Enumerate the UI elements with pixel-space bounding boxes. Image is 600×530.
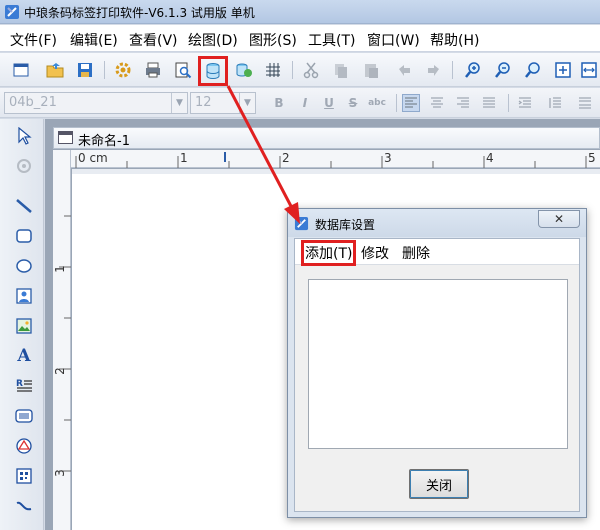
justify-icon[interactable] (480, 94, 498, 112)
align-right-icon[interactable] (454, 94, 472, 112)
window-title: 中琅条码标签打印软件-V6.1.3 试用版 单机 (24, 6, 255, 20)
paste-icon[interactable] (360, 59, 382, 81)
rich-text-icon[interactable]: R (13, 375, 35, 397)
menu-bar: 文件(F) 编辑(E) 查看(V) 绘图(D) 图形(S) 工具(T) 窗口(W… (0, 25, 600, 52)
rotate-icon[interactable] (13, 155, 35, 177)
ruler-tick: 4 (486, 151, 494, 165)
zoom-out-icon[interactable] (492, 59, 514, 81)
italic-button[interactable]: I (296, 94, 314, 112)
database-icon[interactable] (198, 56, 228, 86)
ruler-tick: 3 (384, 151, 392, 165)
fit-width-icon[interactable] (578, 59, 600, 81)
strikethrough-button[interactable]: S (344, 94, 362, 112)
canvas-top-margin (72, 169, 600, 174)
cut-icon[interactable] (300, 59, 322, 81)
ruler-tick: 5 (588, 151, 596, 165)
copy-icon[interactable] (330, 59, 352, 81)
bold-button[interactable]: B (270, 94, 288, 112)
close-icon[interactable]: ✕ (538, 210, 580, 228)
undo-icon[interactable] (394, 59, 416, 81)
zoom-icon[interactable] (522, 59, 544, 81)
menu-edit[interactable]: 编辑(E) (70, 30, 118, 50)
ruler-tick: 2 (52, 367, 67, 375)
font-family-select[interactable]: 04b_21 ▼ (4, 92, 188, 114)
align-center-icon[interactable] (428, 94, 446, 112)
document-icon (58, 131, 73, 144)
print-preview-icon[interactable] (172, 59, 194, 81)
delete-menu-item[interactable]: 删除 (402, 243, 430, 263)
shape-icon[interactable] (13, 435, 35, 457)
toolbar-separator (104, 61, 105, 79)
modify-menu-item[interactable]: 修改 (361, 243, 389, 263)
menu-draw[interactable]: 绘图(D) (188, 30, 238, 50)
horizontal-ruler: 0 cm 1 2 3 4 5 (71, 150, 600, 168)
ruler-unit: 0 cm (78, 151, 108, 165)
chevron-down-icon[interactable]: ▼ (171, 93, 187, 113)
database-settings-dialog: 数据库设置 ✕ 添加(T) 修改 删除 关闭 (287, 208, 587, 518)
select-icon[interactable] (13, 125, 35, 147)
rounded-rect-icon[interactable] (13, 225, 35, 247)
save-icon[interactable] (74, 59, 96, 81)
align-left-icon[interactable] (402, 94, 420, 112)
document-tab[interactable]: 未命名-1 (53, 127, 600, 149)
indent-icon[interactable] (516, 94, 534, 112)
document-title: 未命名-1 (78, 134, 130, 149)
main-toolbar (0, 53, 600, 87)
dialog-title-bar[interactable]: 数据库设置 ✕ (288, 209, 586, 237)
picture-icon[interactable] (13, 315, 35, 337)
close-button[interactable]: 关闭 (409, 469, 469, 499)
font-size-select[interactable]: 12 ▼ (190, 92, 256, 114)
open-icon[interactable] (44, 59, 66, 81)
toolbar-separator (452, 61, 453, 79)
ruler-tick: 3 (52, 469, 67, 477)
tool-palette: A R (0, 119, 44, 530)
dialog-menu-bar: 添加(T) 修改 删除 (295, 239, 579, 266)
line-spacing-icon[interactable] (546, 94, 564, 112)
dialog-title: 数据库设置 (315, 218, 376, 232)
fit-page-icon[interactable] (552, 59, 574, 81)
ruler-tick: 2 (282, 151, 290, 165)
app-logo-icon (5, 5, 19, 19)
dialog-body: 添加(T) 修改 删除 关闭 (294, 238, 580, 512)
title-bar: 中琅条码标签打印软件-V6.1.3 试用版 单机 (0, 0, 600, 24)
menu-view[interactable]: 查看(V) (129, 30, 178, 50)
ellipse-icon[interactable] (13, 255, 35, 277)
image-placeholder-icon[interactable] (13, 285, 35, 307)
menu-window[interactable]: 窗口(W) (367, 30, 420, 50)
menu-help[interactable]: 帮助(H) (430, 30, 479, 50)
toolbar-separator (292, 61, 293, 79)
menu-shape[interactable]: 图形(S) (249, 30, 297, 50)
grid-icon[interactable] (262, 59, 284, 81)
toolbar-separator (508, 94, 509, 112)
paragraph-spacing-icon[interactable] (576, 94, 594, 112)
print-icon[interactable] (142, 59, 164, 81)
font-size-value: 12 (195, 95, 212, 110)
menu-tools[interactable]: 工具(T) (308, 30, 355, 50)
add-menu-item[interactable]: 添加(T) (301, 240, 357, 266)
database-list[interactable] (308, 279, 568, 449)
menu-file[interactable]: 文件(F) (10, 30, 57, 50)
text-icon[interactable]: A (13, 345, 35, 367)
char-spacing-button[interactable]: abc (368, 94, 386, 112)
chevron-down-icon[interactable]: ▼ (239, 93, 255, 113)
data-source-icon[interactable] (233, 59, 255, 81)
format-toolbar: 04b_21 ▼ 12 ▼ B I U S abc (0, 88, 600, 118)
line-icon[interactable] (13, 195, 35, 217)
new-icon[interactable] (10, 59, 32, 81)
barcode-icon[interactable] (13, 405, 35, 427)
font-family-value: 04b_21 (9, 95, 57, 110)
underline-button[interactable]: U (320, 94, 338, 112)
curve-icon[interactable] (13, 495, 35, 517)
qrcode-icon[interactable] (13, 465, 35, 487)
zoom-in-icon[interactable] (462, 59, 484, 81)
app-logo-icon (294, 216, 309, 231)
toolbar-separator (396, 94, 397, 112)
settings-icon[interactable] (112, 59, 134, 81)
ruler-tick: 1 (52, 265, 67, 273)
redo-icon[interactable] (422, 59, 444, 81)
vertical-ruler: 1 2 3 (53, 150, 71, 530)
ruler-tick: 1 (180, 151, 188, 165)
